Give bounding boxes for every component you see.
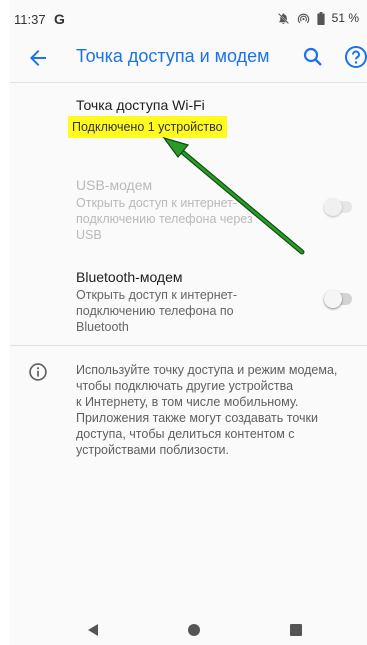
navigation-bar	[10, 617, 367, 645]
usb-modem-switch	[324, 198, 354, 216]
search-icon[interactable]	[301, 45, 325, 69]
nav-home-icon[interactable]	[188, 624, 200, 636]
status-time: 11:37	[14, 12, 46, 27]
bluetooth-modem-title: Bluetooth-модем	[76, 269, 183, 285]
info-line-2: чтобы подключать другие устройства	[76, 379, 294, 393]
google-logo: G	[54, 11, 65, 27]
wifi-hotspot-title: Точка доступа Wi-Fi	[76, 97, 205, 113]
screen: 11:37 G 51 % Точка доступа и модем Точка…	[10, 0, 367, 645]
info-icon	[29, 363, 47, 381]
bluetooth-modem-desc-2: подключению телефона по	[76, 304, 234, 318]
nav-recents-icon[interactable]	[290, 624, 302, 636]
usb-modem-desc-2: подключению телефона через	[76, 212, 253, 226]
wifi-hotspot-status: Подключено 1 устройство	[68, 116, 227, 138]
info-line-4: Приложения также могут создавать точки	[76, 411, 318, 425]
bluetooth-modem-switch[interactable]	[324, 290, 354, 308]
bluetooth-modem-item[interactable]: Bluetooth-модем Открыть доступ к интерне…	[76, 268, 306, 335]
page-title: Точка доступа и модем	[76, 46, 270, 66]
info-text: Используйте точку доступа и режим модема…	[76, 362, 358, 458]
nav-back-icon[interactable]	[86, 623, 100, 637]
usb-modem-item: USB-модем Открыть доступ к интернет- под…	[76, 176, 306, 243]
bluetooth-modem-desc-1: Открыть доступ к интернет-	[76, 288, 238, 302]
status-bar: 11:37 G 51 %	[10, 0, 367, 40]
usb-switch-thumb	[324, 198, 342, 216]
usb-modem-desc-1: Открыть доступ к интернет-	[76, 196, 238, 210]
mute-icon	[277, 12, 289, 24]
usb-modem-desc-3: USB	[76, 228, 102, 242]
help-icon[interactable]	[344, 45, 367, 69]
bluetooth-modem-desc-3: Bluetooth	[76, 320, 129, 334]
wifi-hotspot-item[interactable]: Точка доступа Wi-Fi Подключено 1 устройс…	[68, 96, 306, 138]
info-line-3: к Интернету, в том числе мобильному.	[76, 395, 299, 409]
info-line-1: Используйте точку доступа и режим модема…	[76, 363, 338, 377]
app-bar: Точка доступа и модем	[10, 40, 367, 83]
info-line-6: устройствами поблизости.	[76, 443, 230, 457]
info-line-5: доступа, чтобы делиться контентом с	[76, 427, 295, 441]
back-arrow-icon[interactable]	[26, 46, 50, 70]
battery-icon	[317, 11, 325, 25]
hotspot-icon	[297, 13, 309, 23]
battery-percent: 51 %	[331, 11, 359, 25]
usb-modem-title: USB-модем	[76, 177, 153, 193]
status-icons: 51 %	[277, 11, 359, 25]
section-divider	[10, 345, 367, 346]
bluetooth-switch-thumb	[324, 290, 342, 308]
